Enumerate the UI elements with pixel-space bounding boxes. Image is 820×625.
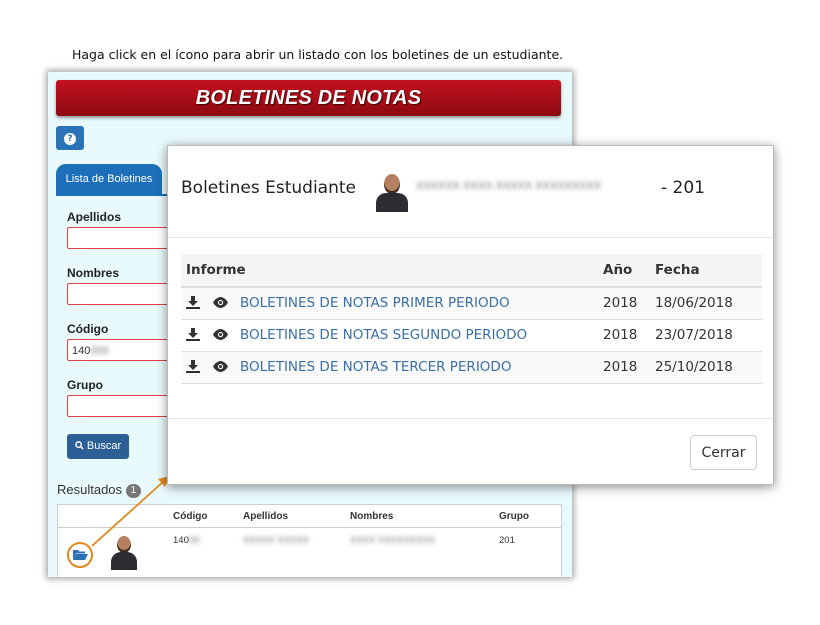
row-anio: 2018 bbox=[603, 327, 638, 343]
student-group: - 201 bbox=[661, 178, 705, 198]
modal-header-divider bbox=[168, 237, 773, 238]
download-icon[interactable] bbox=[186, 328, 200, 341]
header-anio: Año bbox=[603, 262, 633, 278]
student-avatar bbox=[375, 172, 409, 212]
row-anio: 2018 bbox=[603, 359, 638, 375]
eye-icon[interactable] bbox=[213, 329, 228, 340]
eye-icon[interactable] bbox=[213, 361, 228, 372]
row-fecha: 23/07/2018 bbox=[655, 327, 733, 343]
close-button[interactable]: Cerrar bbox=[690, 435, 757, 470]
informe-link[interactable]: BOLETINES DE NOTAS TERCER PERIODO bbox=[240, 359, 511, 375]
modal-title: Boletines Estudiante bbox=[181, 178, 356, 198]
eye-icon[interactable] bbox=[213, 297, 228, 308]
header-informe: Informe bbox=[186, 262, 246, 278]
row-fecha: 18/06/2018 bbox=[655, 295, 733, 311]
download-icon[interactable] bbox=[186, 360, 200, 373]
table-row: BOLETINES DE NOTAS TERCER PERIODO 2018 2… bbox=[181, 352, 762, 384]
table-row: BOLETINES DE NOTAS SEGUNDO PERIODO 2018 … bbox=[181, 320, 762, 352]
row-anio: 2018 bbox=[603, 295, 638, 311]
row-fecha: 25/10/2018 bbox=[655, 359, 733, 375]
boletines-table: Informe Año Fecha BOLETINES DE NOTAS PRI… bbox=[181, 254, 762, 384]
student-name-redacted: XXXXXX XXXX XXXXX XXXXXXXXX bbox=[416, 180, 602, 192]
table-row: BOLETINES DE NOTAS PRIMER PERIODO 2018 1… bbox=[181, 288, 762, 320]
informe-link[interactable]: BOLETINES DE NOTAS SEGUNDO PERIODO bbox=[240, 327, 527, 343]
header-fecha: Fecha bbox=[655, 262, 700, 278]
download-icon[interactable] bbox=[186, 296, 200, 309]
boletines-table-header: Informe Año Fecha bbox=[181, 254, 762, 288]
informe-link[interactable]: BOLETINES DE NOTAS PRIMER PERIODO bbox=[240, 295, 510, 311]
modal-footer-divider bbox=[168, 418, 773, 419]
boletines-modal: Boletines Estudiante XXXXXX XXXX XXXXX X… bbox=[167, 145, 774, 485]
